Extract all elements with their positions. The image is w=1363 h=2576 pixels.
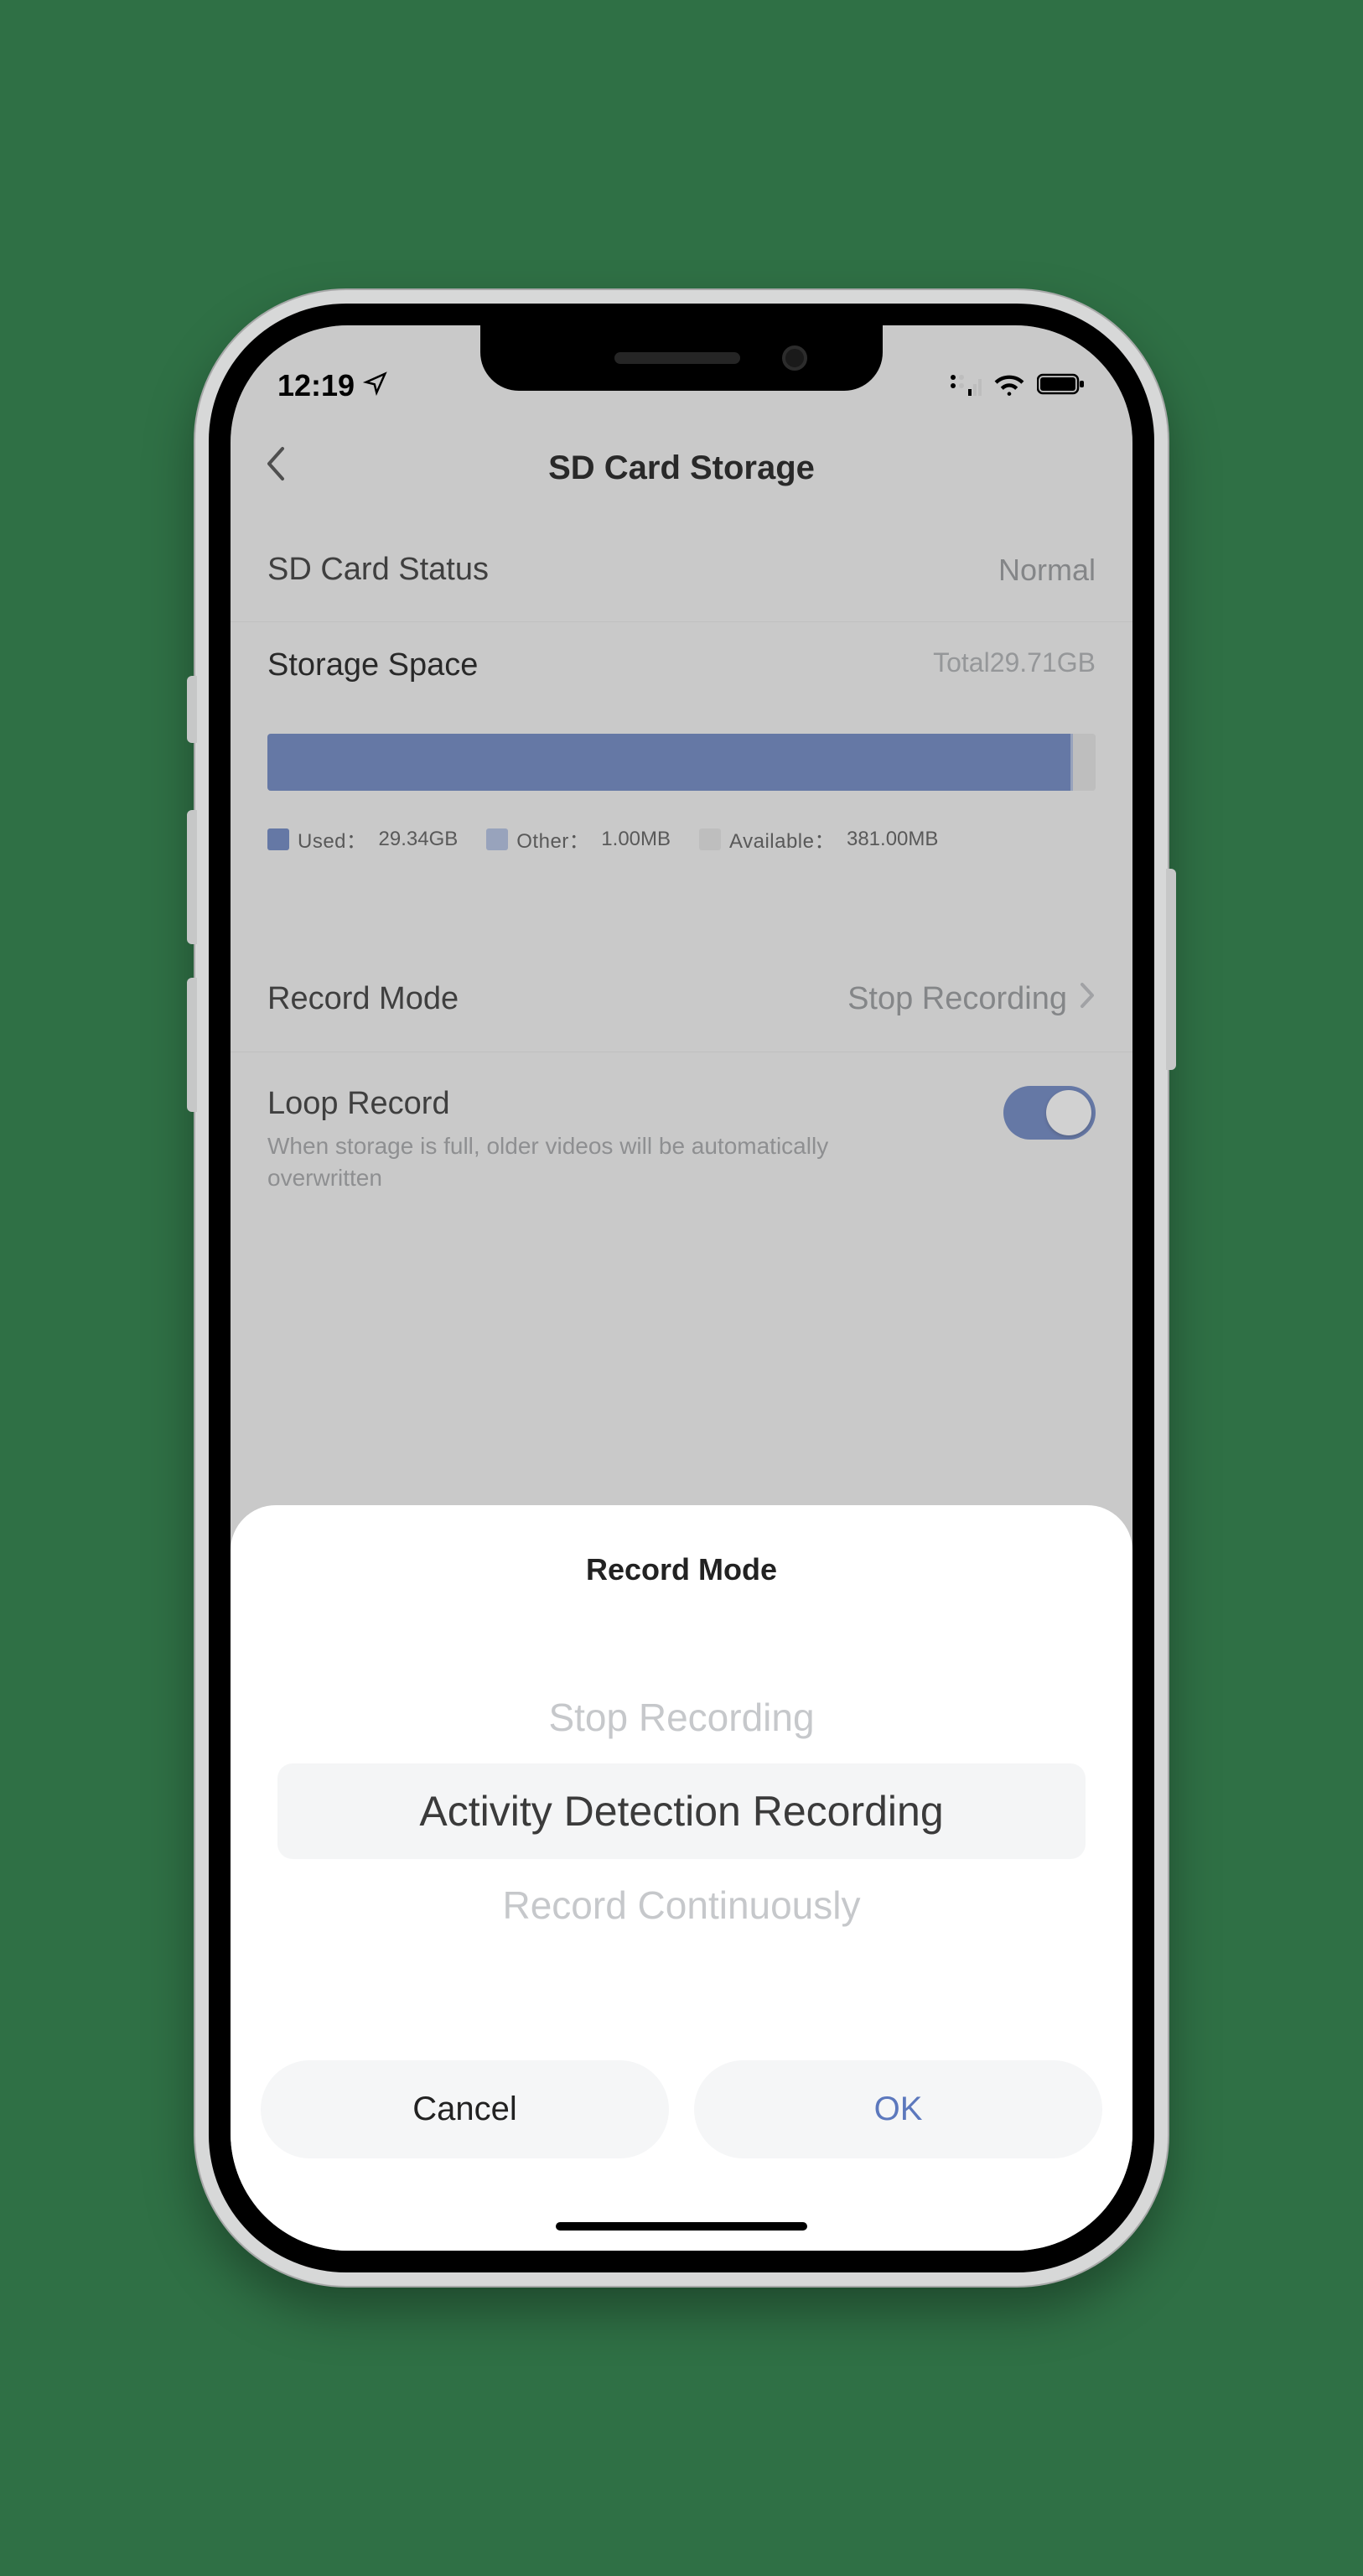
phone-bezel: 12:19 <box>209 304 1154 2272</box>
picker-option-activity[interactable]: Activity Detection Recording <box>277 1763 1086 1859</box>
side-button-volume-down <box>187 978 197 1112</box>
status-time: 12:19 <box>277 368 355 403</box>
ok-button[interactable]: OK <box>694 2060 1102 2158</box>
front-camera <box>782 345 807 371</box>
phone-frame: 12:19 <box>195 290 1168 2286</box>
sheet-title: Record Mode <box>261 1552 1102 1587</box>
cancel-button[interactable]: Cancel <box>261 2060 669 2158</box>
side-button-volume-up <box>187 810 197 944</box>
speaker-grille <box>614 352 740 364</box>
record-mode-picker[interactable]: Stop Recording Activity Detection Record… <box>277 1671 1086 1951</box>
home-indicator[interactable] <box>556 2222 807 2231</box>
picker-option-continuous[interactable]: Record Continuously <box>277 1859 1086 1951</box>
picker-option-stop[interactable]: Stop Recording <box>277 1671 1086 1763</box>
battery-icon <box>1037 368 1086 403</box>
record-mode-sheet: Record Mode Stop Recording Activity Dete… <box>231 1505 1132 2251</box>
side-button-power <box>1166 869 1176 1070</box>
side-button-silence <box>187 676 197 743</box>
cellular-icon <box>950 368 982 403</box>
wifi-icon <box>993 368 1025 403</box>
location-icon <box>363 368 388 403</box>
notch <box>480 325 883 391</box>
screen: 12:19 <box>231 325 1132 2251</box>
